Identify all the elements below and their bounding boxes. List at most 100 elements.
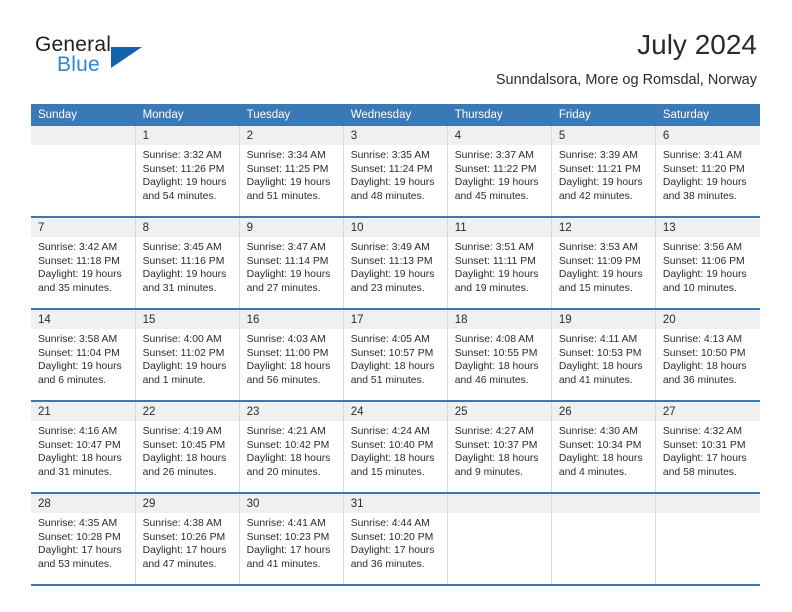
calendar-day-cell[interactable]: 25 Sunrise: 4:27 AM Sunset: 10:37 PM Daylig… — [447, 401, 552, 494]
day-number — [447, 494, 551, 513]
day-details: Sunrise: 4:11 AM Sunset: 10:53 PM Daylight… — [552, 329, 655, 387]
calendar-day-cell[interactable]: 17 Sunrise: 4:05 AM Sunset: 10:57 PM Daylig… — [343, 309, 448, 402]
calendar-day-cell[interactable]: 11 Sunrise: 3:51 AM Sunset: 11:11 PM Daylig… — [447, 217, 552, 310]
calendar-day-cell[interactable]: 9 Sunrise: 3:47 AM Sunset: 11:14 PM Dayligh… — [239, 217, 344, 310]
calendar-day-cell[interactable]: 31 Sunrise: 4:44 AM Sunset: 10:20 PM Daylig… — [343, 493, 448, 586]
sunrise-text: Sunrise: 3:39 AM — [558, 150, 638, 161]
calendar-day-cell[interactable]: 18 Sunrise: 4:08 AM Sunset: 10:55 PM Daylig… — [447, 309, 552, 402]
calendar-day-cell[interactable]: 19 Sunrise: 4:11 AM Sunset: 10:53 PM Daylig… — [551, 309, 656, 402]
day-number: 30 — [239, 494, 343, 513]
calendar-day-cell[interactable]: 5 Sunrise: 3:39 AM Sunset: 11:21 PM Dayligh… — [551, 126, 656, 218]
page-subtitle: Sunndalsora, More og Romsdal, Norway — [495, 72, 757, 88]
sunrise-text: Sunrise: 4:05 AM — [350, 334, 430, 345]
day-number: 10 — [343, 218, 447, 237]
daylight-text-line2: and 31 minutes. — [142, 282, 217, 294]
day-details: Sunrise: 4:21 AM Sunset: 10:42 PM Daylight… — [240, 421, 343, 479]
calendar-day-cell[interactable]: 8 Sunrise: 3:45 AM Sunset: 11:16 PM Dayligh… — [135, 217, 240, 310]
calendar-day-cell-empty — [655, 493, 760, 586]
sunrise-text: Sunrise: 4:21 AM — [246, 426, 326, 437]
calendar-day-cell[interactable]: 10 Sunrise: 3:49 AM Sunset: 11:13 PM Daylig… — [343, 217, 448, 310]
sunrise-text: Sunrise: 4:08 AM — [454, 334, 534, 345]
logo-text-blue: Blue — [57, 53, 100, 76]
calendar-day-cell[interactable]: 6 Sunrise: 3:41 AM Sunset: 11:20 PM Dayligh… — [655, 126, 760, 218]
calendar-week-row: 1 Sunrise: 3:32 AM Sunset: 11:26 PM Dayligh… — [31, 126, 760, 218]
day-details: Sunrise: 3:41 AM Sunset: 11:20 PM Daylight… — [656, 145, 760, 203]
daylight-text-line1: Daylight: 19 hours — [142, 361, 227, 373]
calendar-day-cell-empty — [31, 126, 136, 218]
daylight-text-line2: and 36 minutes. — [350, 558, 425, 570]
day-details: Sunrise: 4:35 AM Sunset: 10:28 PM Daylight… — [31, 513, 135, 571]
day-number: 28 — [31, 494, 135, 513]
daylight-text-line1: Daylight: 18 hours — [454, 453, 539, 465]
calendar-day-cell[interactable]: 13 Sunrise: 3:56 AM Sunset: 11:06 PM Daylig… — [655, 217, 760, 310]
day-number: 6 — [655, 126, 760, 145]
sunset-text: Sunset: 10:26 PM — [142, 531, 226, 543]
day-number: 13 — [655, 218, 760, 237]
daylight-text-line1: Daylight: 19 hours — [662, 269, 747, 281]
calendar-week-row: 14 Sunrise: 3:58 AM Sunset: 11:04 PM Daylig… — [31, 309, 760, 402]
calendar-day-cell[interactable]: 29 Sunrise: 4:38 AM Sunset: 10:26 PM Daylig… — [135, 493, 240, 586]
sunrise-text: Sunrise: 3:49 AM — [350, 242, 430, 253]
calendar-day-cell[interactable]: 7 Sunrise: 3:42 AM Sunset: 11:18 PM Dayligh… — [31, 217, 136, 310]
calendar-day-cell[interactable]: 4 Sunrise: 3:37 AM Sunset: 11:22 PM Dayligh… — [447, 126, 552, 218]
day-number: 26 — [551, 402, 655, 421]
daylight-text-line2: and 41 minutes. — [558, 374, 633, 386]
day-details: Sunrise: 3:51 AM Sunset: 11:11 PM Daylight… — [448, 237, 551, 295]
daylight-text-line2: and 41 minutes. — [246, 558, 321, 570]
daylight-text-line1: Daylight: 18 hours — [454, 361, 539, 373]
daylight-text-line1: Daylight: 19 hours — [350, 177, 435, 189]
day-details — [552, 513, 655, 517]
day-number: 31 — [343, 494, 447, 513]
calendar-day-cell[interactable]: 28 Sunrise: 4:35 AM Sunset: 10:28 PM Daylig… — [31, 493, 136, 586]
day-number: 19 — [551, 310, 655, 329]
day-details: Sunrise: 4:05 AM Sunset: 10:57 PM Daylight… — [344, 329, 447, 387]
day-details: Sunrise: 3:35 AM Sunset: 11:24 PM Daylight… — [344, 145, 447, 203]
sunrise-text: Sunrise: 3:35 AM — [350, 150, 430, 161]
calendar-day-cell[interactable]: 24 Sunrise: 4:24 AM Sunset: 10:40 PM Daylig… — [343, 401, 448, 494]
sunset-text: Sunset: 11:25 PM — [246, 163, 329, 175]
weekday-header-sunday: Sunday — [31, 104, 136, 126]
sunset-text: Sunset: 11:24 PM — [350, 163, 433, 175]
sunrise-text: Sunrise: 3:41 AM — [662, 150, 743, 161]
daylight-text-line1: Daylight: 18 hours — [350, 453, 435, 465]
daylight-text-line2: and 51 minutes. — [246, 190, 321, 202]
day-number: 17 — [343, 310, 447, 329]
day-details: Sunrise: 3:47 AM Sunset: 11:14 PM Daylight… — [240, 237, 343, 295]
calendar-day-cell[interactable]: 1 Sunrise: 3:32 AM Sunset: 11:26 PM Dayligh… — [135, 126, 240, 218]
daylight-text-line2: and 23 minutes. — [350, 282, 425, 294]
daylight-text-line2: and 42 minutes. — [558, 190, 633, 202]
calendar-day-cell[interactable]: 26 Sunrise: 4:30 AM Sunset: 10:34 PM Daylig… — [551, 401, 656, 494]
calendar-day-cell[interactable]: 15 Sunrise: 4:00 AM Sunset: 11:02 PM Daylig… — [135, 309, 240, 402]
day-number: 15 — [135, 310, 239, 329]
day-details: Sunrise: 4:41 AM Sunset: 10:23 PM Daylight… — [240, 513, 343, 571]
daylight-text-line1: Daylight: 18 hours — [350, 361, 435, 373]
calendar-day-cell[interactable]: 14 Sunrise: 3:58 AM Sunset: 11:04 PM Daylig… — [31, 309, 136, 402]
daylight-text-line1: Daylight: 18 hours — [558, 453, 643, 465]
sunset-text: Sunset: 10:20 PM — [350, 531, 434, 543]
sunrise-text: Sunrise: 4:44 AM — [350, 518, 430, 529]
calendar-header-row: Sunday Monday Tuesday Wednesday Thursday… — [31, 104, 761, 126]
calendar-day-cell[interactable]: 22 Sunrise: 4:19 AM Sunset: 10:45 PM Daylig… — [135, 401, 240, 494]
day-number: 12 — [551, 218, 655, 237]
calendar-day-cell[interactable]: 3 Sunrise: 3:35 AM Sunset: 11:24 PM Dayligh… — [343, 126, 448, 218]
page-header: General Blue July 2024 Sunndalsora, More… — [35, 28, 757, 94]
weekday-header-friday: Friday — [551, 104, 656, 126]
daylight-text-line2: and 51 minutes. — [350, 374, 425, 386]
calendar-day-cell[interactable]: 16 Sunrise: 4:03 AM Sunset: 11:00 PM Daylig… — [239, 309, 344, 402]
sunrise-text: Sunrise: 3:53 AM — [558, 242, 638, 253]
calendar-day-cell[interactable]: 21 Sunrise: 4:16 AM Sunset: 10:47 PM Daylig… — [31, 401, 136, 494]
calendar-day-cell[interactable]: 2 Sunrise: 3:34 AM Sunset: 11:25 PM Dayligh… — [239, 126, 344, 218]
calendar-day-cell[interactable]: 23 Sunrise: 4:21 AM Sunset: 10:42 PM Daylig… — [239, 401, 344, 494]
sunset-text: Sunset: 11:26 PM — [142, 163, 225, 175]
day-number: 20 — [655, 310, 760, 329]
calendar-day-cell[interactable]: 27 Sunrise: 4:32 AM Sunset: 10:31 PM Daylig… — [655, 401, 760, 494]
calendar-day-cell[interactable]: 20 Sunrise: 4:13 AM Sunset: 10:50 PM Daylig… — [655, 309, 760, 402]
sunset-text: Sunset: 10:37 PM — [454, 439, 538, 451]
calendar-day-cell[interactable]: 30 Sunrise: 4:41 AM Sunset: 10:23 PM Daylig… — [239, 493, 344, 586]
daylight-text-line2: and 4 minutes. — [558, 466, 627, 478]
calendar-day-cell[interactable]: 12 Sunrise: 3:53 AM Sunset: 11:09 PM Daylig… — [551, 217, 656, 310]
sunset-text: Sunset: 11:06 PM — [662, 255, 745, 267]
day-number: 27 — [655, 402, 760, 421]
day-details: Sunrise: 3:34 AM Sunset: 11:25 PM Daylight… — [240, 145, 343, 203]
general-blue-logo[interactable]: General Blue — [35, 33, 195, 85]
